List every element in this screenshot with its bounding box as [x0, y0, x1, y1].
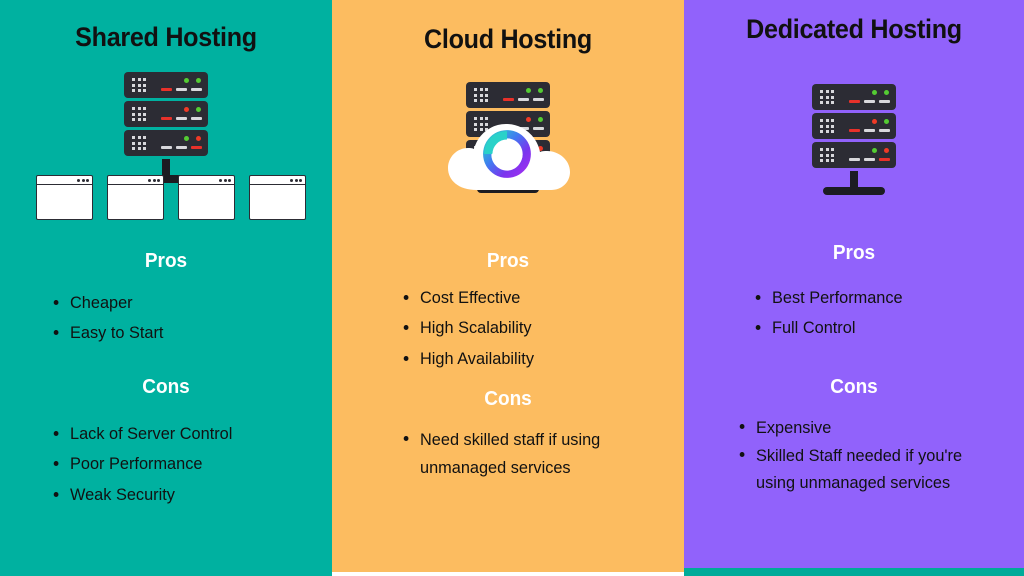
server-rack-icon-shared	[124, 72, 208, 183]
column-title-cloud: Cloud Hosting	[424, 24, 592, 54]
pros-list-cloud: Cost Effective High Scalability High Ava…	[394, 283, 700, 374]
list-item: Full Control	[755, 313, 1024, 343]
server-led-group	[184, 78, 201, 83]
pros-heading-dedicated: Pros	[832, 242, 876, 264]
browser-window-icon	[249, 175, 306, 220]
pros-list-shared: Cheaper Easy to Start	[44, 288, 340, 349]
server-unit	[124, 72, 208, 98]
list-item: Lack of Server Control	[53, 419, 339, 449]
list-item: High Availability	[403, 344, 689, 374]
server-vent-grid	[132, 78, 147, 92]
pros-heading-shared: Pros	[144, 250, 188, 272]
server-status-bars	[161, 146, 202, 149]
cloudways-logo-icon	[483, 130, 531, 178]
server-status-bars	[161, 117, 202, 120]
cons-list-shared: Lack of Server Control Poor Performance …	[44, 419, 350, 510]
server-vent-grid	[132, 107, 147, 121]
column-cloud-hosting: Cloud Hosting Pros Cost Effective High S…	[332, 0, 684, 572]
server-status-bars	[503, 98, 544, 101]
browser-window-icon	[178, 175, 235, 220]
server-vent-grid	[820, 119, 835, 133]
list-item: Expensive	[739, 414, 996, 442]
list-item: Easy to Start	[53, 318, 329, 348]
pros-list-dedicated: Best Performance Full Control	[746, 283, 1024, 344]
list-item: Need skilled staff if using unmanaged se…	[403, 426, 612, 481]
browser-window-group	[36, 175, 306, 220]
server-unit	[812, 142, 896, 168]
cons-heading-dedicated: Cons	[830, 376, 878, 398]
column-title-dedicated: Dedicated Hosting	[746, 14, 962, 44]
server-stand-neck	[162, 159, 170, 175]
cons-heading-cloud: Cons	[484, 388, 532, 410]
column-title-shared: Shared Hosting	[75, 22, 257, 52]
cloud-icon	[444, 118, 574, 194]
list-item: Skilled Staff needed if you're using unm…	[739, 442, 996, 497]
list-item: Poor Performance	[53, 449, 339, 479]
server-led-group	[872, 148, 889, 153]
server-led-group	[872, 90, 889, 95]
list-item: Best Performance	[755, 283, 1024, 313]
list-item: Cheaper	[53, 288, 329, 318]
server-led-group	[184, 136, 201, 141]
server-status-bars	[161, 88, 202, 91]
server-status-bars	[849, 100, 890, 103]
server-led-group	[872, 119, 889, 124]
column-shared-hosting: Shared Hosting Pros Cheaper Easy to Star…	[0, 0, 332, 576]
server-stand-neck	[850, 171, 858, 187]
cons-list-dedicated: Expensive Skilled Staff needed if you're…	[730, 414, 1006, 497]
browser-window-icon	[36, 175, 93, 220]
browser-window-icon	[107, 175, 164, 220]
cons-list-cloud: Need skilled staff if using unmanaged se…	[394, 426, 620, 481]
column-dedicated-hosting: Dedicated Hosting Pros Best Performance …	[684, 0, 1024, 568]
server-vent-grid	[820, 90, 835, 104]
server-stand-base	[823, 187, 885, 195]
server-unit	[124, 101, 208, 127]
list-item: High Scalability	[403, 313, 689, 343]
list-item: Cost Effective	[403, 283, 689, 313]
server-led-group	[526, 88, 543, 93]
list-item: Weak Security	[53, 480, 339, 510]
server-unit	[466, 82, 550, 108]
server-led-group	[184, 107, 201, 112]
server-unit	[812, 84, 896, 110]
server-unit	[124, 130, 208, 156]
infographic-canvas: Shared Hosting Pros Cheaper Easy to Star…	[0, 0, 1024, 576]
cons-heading-shared: Cons	[142, 376, 190, 398]
server-unit	[812, 113, 896, 139]
server-vent-grid	[820, 148, 835, 162]
pros-heading-cloud: Pros	[486, 250, 530, 272]
server-status-bars	[849, 158, 890, 161]
server-vent-grid	[132, 136, 147, 150]
server-rack-icon-dedicated	[812, 84, 896, 195]
bottom-accent-strip	[684, 568, 1024, 576]
server-vent-grid	[474, 88, 489, 102]
server-status-bars	[849, 129, 890, 132]
